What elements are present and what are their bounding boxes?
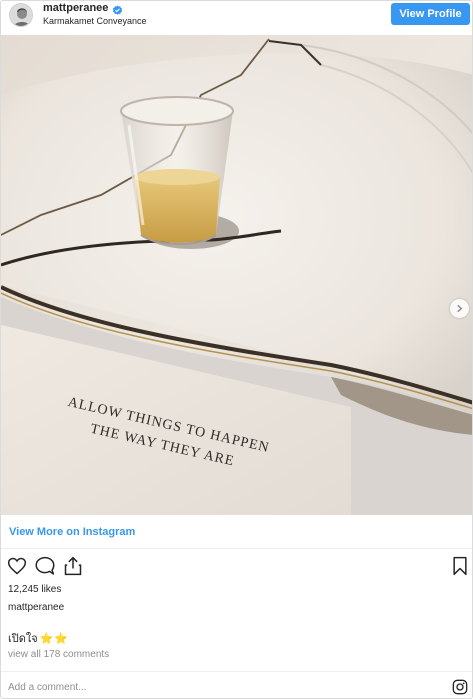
verified-badge-icon bbox=[112, 3, 123, 15]
view-all-comments-link[interactable]: view all 178 comments bbox=[8, 649, 109, 660]
caption-text: เปิดใจ ⭐⭐ bbox=[8, 629, 69, 647]
caption-username[interactable]: mattperanee bbox=[8, 602, 64, 613]
caption-body: เปิดใจ bbox=[8, 633, 38, 645]
location-link[interactable]: Karmakamet Conveyance bbox=[43, 16, 147, 26]
view-more-row: View More on Instagram bbox=[1, 515, 472, 549]
add-comment-input[interactable]: Add a comment... bbox=[8, 682, 86, 693]
post-header: mattperanee Karmakamet Conveyance View P… bbox=[1, 1, 472, 35]
avatar[interactable] bbox=[9, 3, 33, 27]
post-photo[interactable]: ALLOW THINGS TO HAPPEN THE WAY THEY ARE bbox=[1, 35, 472, 515]
view-profile-button[interactable]: View Profile bbox=[391, 3, 470, 25]
username-row: mattperanee bbox=[43, 2, 123, 15]
add-comment-row: Add a comment... bbox=[1, 671, 472, 698]
bookmark-icon[interactable] bbox=[450, 556, 470, 576]
action-bar bbox=[1, 553, 472, 579]
comment-icon[interactable] bbox=[35, 556, 55, 576]
likes-count[interactable]: 12,245 likes bbox=[8, 584, 61, 595]
instagram-embed: mattperanee Karmakamet Conveyance View P… bbox=[0, 0, 473, 699]
view-more-link[interactable]: View More on Instagram bbox=[9, 526, 135, 538]
star-emoji: ⭐⭐ bbox=[39, 632, 70, 645]
share-icon[interactable] bbox=[63, 556, 83, 576]
instagram-logo-icon[interactable] bbox=[452, 679, 468, 695]
heart-icon[interactable] bbox=[7, 556, 27, 576]
chevron-right-icon[interactable] bbox=[450, 299, 469, 318]
username-link[interactable]: mattperanee bbox=[43, 2, 108, 14]
